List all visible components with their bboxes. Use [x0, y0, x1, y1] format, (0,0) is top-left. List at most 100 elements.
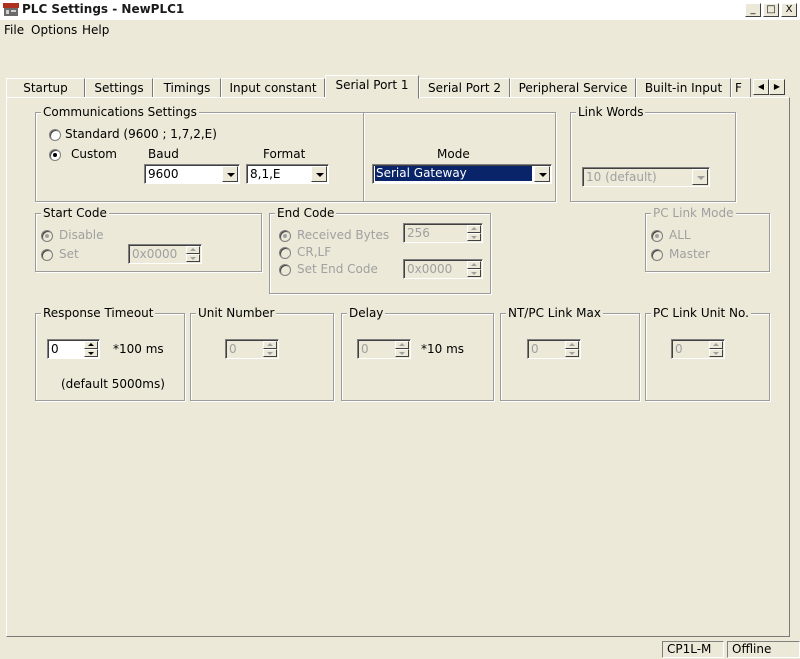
maximize-button[interactable]: □	[763, 3, 779, 17]
nt-pc-link-max-value: 0	[531, 342, 539, 356]
baud-select[interactable]: 9600	[144, 164, 240, 184]
menu-options[interactable]: Options	[31, 23, 77, 37]
tab-scroll-right-icon[interactable]: ▶	[769, 79, 785, 95]
status-bar: CP1L-M Offline	[0, 639, 800, 659]
format-value: 8,1,E	[250, 167, 281, 181]
custom-radio[interactable]	[49, 149, 61, 161]
format-label: Format	[263, 147, 306, 161]
spin-up-icon[interactable]	[395, 341, 409, 349]
spin-up-icon[interactable]	[186, 246, 200, 254]
nt-pc-link-max-legend: NT/PC Link Max	[506, 306, 603, 320]
nt-pc-link-max-spinner[interactable]: 0	[527, 339, 581, 359]
end-crlf-label: CR,LF	[297, 245, 332, 259]
end-received-radio[interactable]	[279, 230, 291, 242]
end-code-legend: End Code	[275, 206, 337, 220]
spin-up-icon[interactable]	[467, 261, 481, 269]
start-code-legend: Start Code	[41, 206, 109, 220]
delay-value: 0	[361, 342, 369, 356]
link-words-legend: Link Words	[576, 105, 646, 119]
pc-link-all-radio[interactable]	[651, 230, 663, 242]
mode-label: Mode	[437, 147, 470, 161]
end-crlf-radio[interactable]	[279, 247, 291, 259]
pc-link-unit-no-legend: PC Link Unit No.	[651, 306, 751, 320]
spin-down-icon[interactable]	[186, 254, 200, 262]
pc-link-mode-group: PC Link Mode	[645, 206, 770, 272]
pc-link-master-label: Master	[669, 247, 710, 261]
link-words-value: 10 (default)	[586, 170, 657, 184]
delay-spinner[interactable]: 0	[357, 339, 411, 359]
spin-down-icon[interactable]	[467, 269, 481, 277]
tab-built-in-input[interactable]: Built-in Input	[636, 78, 731, 98]
spin-up-icon[interactable]	[709, 341, 723, 349]
spin-up-icon[interactable]	[84, 341, 98, 349]
spin-down-icon[interactable]	[565, 349, 579, 357]
tab-settings[interactable]: Settings	[85, 78, 153, 98]
response-timeout-default-note: (default 5000ms)	[61, 377, 165, 391]
start-code-spinner[interactable]: 0x0000	[128, 244, 202, 264]
delay-unit: *10 ms	[421, 342, 465, 356]
custom-label: Custom	[71, 147, 117, 161]
chevron-down-icon[interactable]	[311, 166, 327, 182]
tab-serial-port-2[interactable]: Serial Port 2	[419, 78, 510, 98]
window-title: PLC Settings - NewPLC1	[22, 2, 185, 16]
standard-label: Standard (9600 ; 1,7,2,E)	[65, 127, 217, 141]
menu-help[interactable]: Help	[82, 23, 109, 37]
spin-up-icon[interactable]	[467, 225, 481, 233]
menu-file[interactable]: File	[4, 23, 24, 37]
start-set-radio[interactable]	[41, 249, 53, 261]
link-words-select[interactable]: 10 (default)	[582, 167, 710, 187]
plc-app-icon	[3, 3, 19, 16]
status-state: Offline	[727, 641, 800, 658]
serial-port-1-panel: Communications Settings Standard (9600 ;…	[6, 97, 790, 637]
spin-down-icon[interactable]	[263, 349, 277, 357]
spin-down-icon[interactable]	[395, 349, 409, 357]
end-set-radio[interactable]	[279, 264, 291, 276]
close-button[interactable]: X	[781, 3, 797, 17]
start-code-value: 0x0000	[132, 247, 178, 261]
standard-radio[interactable]	[49, 129, 61, 141]
minimize-button[interactable]: _	[745, 3, 761, 17]
tab-input-constant[interactable]: Input constant	[221, 78, 325, 98]
end-code-spinner[interactable]: 0x0000	[403, 259, 483, 279]
format-select[interactable]: 8,1,E	[246, 164, 329, 184]
end-received-label: Received Bytes	[297, 228, 390, 242]
received-bytes-value: 256	[407, 226, 430, 240]
start-set-label: Set	[59, 247, 79, 261]
start-disable-label: Disable	[59, 228, 104, 242]
tab-serial-port-1[interactable]: Serial Port 1	[325, 75, 419, 99]
response-timeout-spinner[interactable]: 0	[47, 339, 100, 359]
pc-link-unit-no-spinner[interactable]: 0	[671, 339, 725, 359]
spin-down-icon[interactable]	[467, 233, 481, 241]
tab-peripheral-service[interactable]: Peripheral Service	[510, 78, 636, 98]
spin-down-icon[interactable]	[84, 349, 98, 357]
end-code-value: 0x0000	[407, 262, 453, 276]
link-words-group: Link Words	[570, 105, 736, 202]
end-set-label: Set End Code	[297, 262, 378, 276]
tab-truncated[interactable]: F	[731, 78, 751, 98]
tab-scroll-left-icon[interactable]: ◀	[753, 79, 769, 95]
tab-timings[interactable]: Timings	[153, 78, 221, 98]
title-bar[interactable]: PLC Settings - NewPLC1 _ □ X	[0, 0, 800, 20]
unit-number-spinner[interactable]: 0	[225, 339, 279, 359]
pc-link-master-radio[interactable]	[651, 249, 663, 261]
unit-number-legend: Unit Number	[196, 306, 277, 320]
spin-up-icon[interactable]	[263, 341, 277, 349]
mode-value: Serial Gateway	[375, 166, 532, 181]
pc-link-unit-no-value: 0	[675, 342, 683, 356]
communications-settings-legend: Communications Settings	[41, 105, 199, 119]
pc-link-all-label: ALL	[669, 228, 691, 242]
tab-startup[interactable]: Startup	[6, 78, 85, 98]
mode-select[interactable]: Serial Gateway	[372, 164, 552, 184]
chevron-down-icon[interactable]	[534, 166, 550, 182]
response-timeout-value: 0	[51, 342, 59, 356]
unit-number-value: 0	[229, 342, 237, 356]
chevron-down-icon[interactable]	[692, 169, 708, 185]
received-bytes-spinner[interactable]: 256	[403, 223, 483, 243]
baud-value: 9600	[148, 167, 179, 181]
spin-down-icon[interactable]	[709, 349, 723, 357]
start-disable-radio[interactable]	[41, 230, 53, 242]
response-timeout-unit: *100 ms	[113, 342, 164, 356]
spin-up-icon[interactable]	[565, 341, 579, 349]
pc-link-mode-legend: PC Link Mode	[651, 206, 736, 220]
chevron-down-icon[interactable]	[222, 166, 238, 182]
